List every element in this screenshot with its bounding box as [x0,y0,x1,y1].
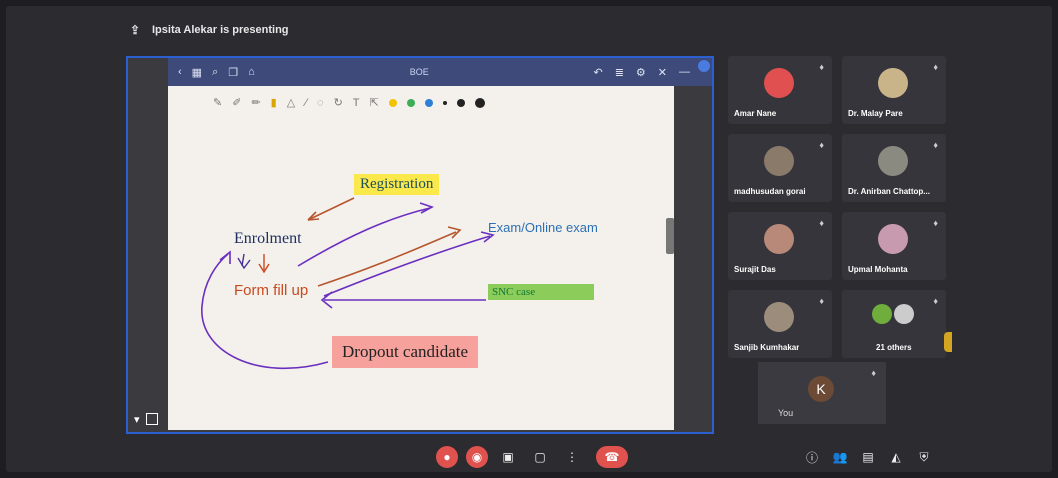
camera-off-icon: ◉ [471,450,483,464]
captions-button[interactable]: ▣ [498,446,518,468]
activities-icon: ◭ [891,450,901,464]
participant-name: Surajit Das [734,265,776,274]
close-icon[interactable]: ✕ [658,66,667,79]
mic-muted-icon: ♦ [871,368,876,378]
share-footer: ▾ [134,413,158,426]
participant-tile[interactable]: ♦ Surajit Das [728,212,832,280]
mic-muted-icon: ♦ [819,296,824,306]
participant-name: 21 others [876,343,912,352]
mic-muted-icon: ♦ [819,62,824,72]
copy-icon[interactable]: ❐ [228,66,238,79]
back-icon[interactable]: ‹ [178,66,182,79]
info-icon: ⓘ [805,450,818,465]
presenter-bar: ⇪ Ipsita Alekar is presenting [130,24,289,36]
present-icon: ⇪ [130,23,141,37]
form-fill-label: Form fill up [234,282,309,299]
more-options-button[interactable]: ⋮ [562,446,582,468]
avatar [878,68,908,98]
hang-up-icon: ☎ [604,450,620,464]
registration-label: Registration [354,174,440,195]
present-button[interactable]: ▢ [530,446,550,468]
home-icon[interactable]: ⌂ [248,66,255,79]
dropout-label: Dropout candidate [332,336,479,368]
avatar [878,224,908,254]
participant-tile[interactable]: ♦ Upmal Mohanta [842,212,946,280]
mic-muted-icon: ♦ [819,218,824,228]
mic-off-icon: ● [443,450,451,464]
avatar-group [872,304,892,324]
chat-icon: ▤ [862,450,874,464]
avatar [764,146,794,176]
avatar [764,224,794,254]
leave-call-button[interactable]: ☎ [596,446,628,468]
mic-muted-icon: ♦ [933,296,938,306]
mic-muted-icon: ♦ [819,140,824,150]
enrolment-label: Enrolment [234,230,302,247]
settings-icon[interactable]: ⚙ [636,66,646,79]
self-view-tile[interactable]: K ♦ You [758,362,886,424]
host-controls-button[interactable]: ⛨ [914,446,934,468]
self-avatar: K [808,376,834,402]
mic-button[interactable]: ● [436,446,458,468]
activities-button[interactable]: ◭ [886,446,906,468]
others-tile[interactable]: ♦ 21 others [842,290,946,358]
app-toolbar: ‹ ▦ ⌕ ❐ ⌂ BOE ↶ ≣ ⚙ ✕ — [168,58,712,86]
participant-tile[interactable]: ♦ Sanjib Kumhakar [728,290,832,358]
participant-name: madhusudan gorai [734,187,806,196]
meeting-info-button[interactable]: ⓘ [802,446,822,468]
present-icon: ▢ [534,450,546,464]
participant-name: Sanjib Kumhakar [734,343,800,352]
participant-tile[interactable]: ♦ Dr. Anirban Chattop... [842,134,946,202]
shared-screen[interactable]: ‹ ▦ ⌕ ❐ ⌂ BOE ↶ ≣ ⚙ ✕ — ✎ ✐ ✏ ▮ △ ∕ ◌ ↻ … [126,56,714,434]
participant-tile[interactable]: ♦ Dr. Malay Pare [842,56,946,124]
people-button[interactable]: 👥 [830,446,850,468]
mic-muted-icon: ♦ [933,218,938,228]
share-left-margin [128,58,168,432]
fullscreen-icon[interactable] [145,413,158,425]
avatar [764,302,794,332]
participant-name: Dr. Anirban Chattop... [848,187,930,196]
mic-muted-icon: ♦ [933,140,938,150]
camera-button[interactable]: ◉ [466,446,488,468]
share-status-icon [698,60,710,72]
participant-tile[interactable]: ♦ Amar Nane [728,56,832,124]
more-options-icon: ⋮ [566,450,578,464]
side-indicator [944,332,952,352]
avatar [894,304,914,324]
undo-icon[interactable]: ↶ [593,66,602,79]
app-title: BOE [409,67,429,77]
avatar [764,68,794,98]
participant-name: Dr. Malay Pare [848,109,903,118]
exam-label: Exam/Online exam [488,220,598,235]
participant-name: Upmal Mohanta [848,265,908,274]
layers-icon[interactable]: ≣ [615,66,624,79]
grid-icon[interactable]: ▦ [192,66,202,79]
whiteboard-ink [201,197,495,370]
shield-icon: ⛨ [919,449,929,464]
people-icon: 👥 [832,450,848,464]
search-icon[interactable]: ⌕ [212,66,218,79]
participant-name: Amar Nane [734,109,777,118]
captions-icon: ▣ [502,450,514,464]
share-right-margin [674,86,712,432]
participant-tile[interactable]: ♦ madhusudan gorai [728,134,832,202]
minimize-icon[interactable]: — [679,66,690,79]
side-panel-handle[interactable] [666,218,674,254]
snc-case-label: SNC case [488,284,594,300]
chat-button[interactable]: ▤ [858,446,878,468]
self-name: You [778,408,794,418]
presenting-text: Ipsita Alekar is presenting [152,24,289,36]
avatar [878,146,908,176]
mic-muted-icon: ♦ [933,62,938,72]
pin-icon[interactable]: ▾ [134,413,140,426]
whiteboard-canvas[interactable]: ✎ ✐ ✏ ▮ △ ∕ ◌ ↻ T ⇱ Registration Enrolme… [168,86,676,430]
